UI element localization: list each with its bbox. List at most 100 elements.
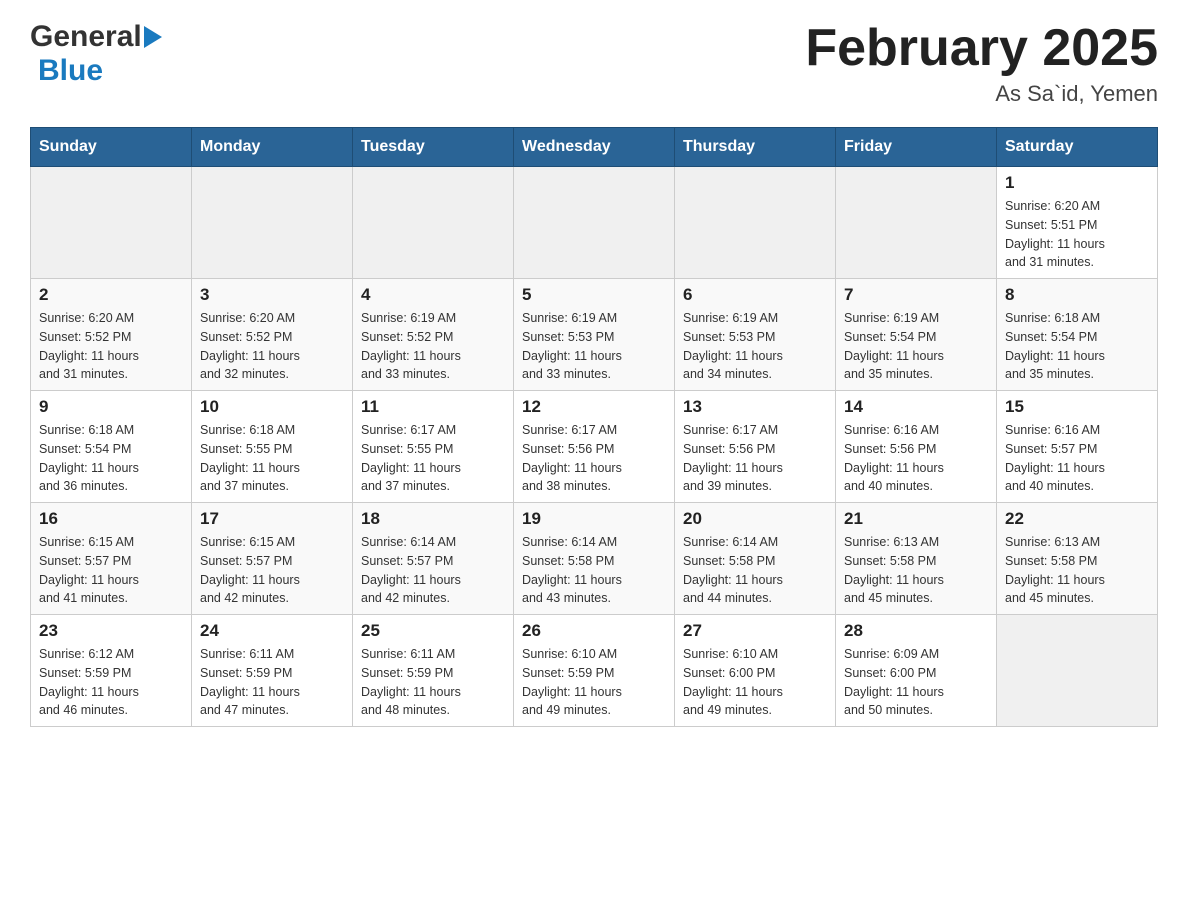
table-row — [836, 167, 997, 279]
table-row: 9 Sunrise: 6:18 AM Sunset: 5:54 PM Daylig… — [31, 391, 192, 503]
day-number: 4 — [361, 285, 505, 305]
table-row — [997, 615, 1158, 727]
table-row: 13 Sunrise: 6:17 AM Sunset: 5:56 PM Dayli… — [675, 391, 836, 503]
table-row — [353, 167, 514, 279]
day-info: Sunrise: 6:20 AM Sunset: 5:52 PM Dayligh… — [39, 309, 183, 384]
day-number: 19 — [522, 509, 666, 529]
day-info: Sunrise: 6:13 AM Sunset: 5:58 PM Dayligh… — [1005, 533, 1149, 608]
day-info: Sunrise: 6:11 AM Sunset: 5:59 PM Dayligh… — [361, 645, 505, 720]
table-row: 21Sunrise: 6:13 AM Sunset: 5:58 PM Dayli… — [836, 503, 997, 615]
calendar-week-row: 1 Sunrise: 6:20 AM Sunset: 5:51 PM Daylig… — [31, 167, 1158, 279]
day-info: Sunrise: 6:18 AM Sunset: 5:55 PM Dayligh… — [200, 421, 344, 496]
table-row: 14Sunrise: 6:16 AM Sunset: 5:56 PM Dayli… — [836, 391, 997, 503]
table-row — [675, 167, 836, 279]
day-info: Sunrise: 6:11 AM Sunset: 5:59 PM Dayligh… — [200, 645, 344, 720]
logo-arrow-icon — [144, 26, 162, 53]
table-row: 11 Sunrise: 6:17 AM Sunset: 5:55 PM Dayli… — [353, 391, 514, 503]
table-row: 10Sunrise: 6:18 AM Sunset: 5:55 PM Dayli… — [192, 391, 353, 503]
day-info: Sunrise: 6:20 AM Sunset: 5:52 PM Dayligh… — [200, 309, 344, 384]
day-info: Sunrise: 6:17 AM Sunset: 5:56 PM Dayligh… — [683, 421, 827, 496]
col-thursday: Thursday — [675, 128, 836, 167]
table-row: 3Sunrise: 6:20 AM Sunset: 5:52 PM Daylig… — [192, 279, 353, 391]
day-number: 2 — [39, 285, 183, 305]
col-saturday: Saturday — [997, 128, 1158, 167]
table-row — [514, 167, 675, 279]
day-info: Sunrise: 6:20 AM Sunset: 5:51 PM Dayligh… — [1005, 197, 1149, 272]
day-number: 1 — [1005, 173, 1149, 193]
day-number: 11 — [361, 397, 505, 417]
table-row: 1 Sunrise: 6:20 AM Sunset: 5:51 PM Daylig… — [997, 167, 1158, 279]
day-info: Sunrise: 6:15 AM Sunset: 5:57 PM Dayligh… — [200, 533, 344, 608]
day-number: 13 — [683, 397, 827, 417]
table-row: 7 Sunrise: 6:19 AM Sunset: 5:54 PM Daylig… — [836, 279, 997, 391]
day-number: 26 — [522, 621, 666, 641]
day-info: Sunrise: 6:12 AM Sunset: 5:59 PM Dayligh… — [39, 645, 183, 720]
day-info: Sunrise: 6:16 AM Sunset: 5:56 PM Dayligh… — [844, 421, 988, 496]
table-row: 19 Sunrise: 6:14 AM Sunset: 5:58 PM Dayli… — [514, 503, 675, 615]
day-number: 22 — [1005, 509, 1149, 529]
day-number: 17 — [200, 509, 344, 529]
day-number: 9 — [39, 397, 183, 417]
table-row: 4Sunrise: 6:19 AM Sunset: 5:52 PM Daylig… — [353, 279, 514, 391]
day-info: Sunrise: 6:19 AM Sunset: 5:53 PM Dayligh… — [522, 309, 666, 384]
col-friday: Friday — [836, 128, 997, 167]
calendar-week-row: 2 Sunrise: 6:20 AM Sunset: 5:52 PM Daylig… — [31, 279, 1158, 391]
col-monday: Monday — [192, 128, 353, 167]
day-number: 23 — [39, 621, 183, 641]
day-info: Sunrise: 6:14 AM Sunset: 5:57 PM Dayligh… — [361, 533, 505, 608]
day-number: 5 — [522, 285, 666, 305]
day-number: 12 — [522, 397, 666, 417]
logo: General Blue — [30, 20, 162, 88]
table-row: 16 Sunrise: 6:15 AM Sunset: 5:57 PM Dayli… — [31, 503, 192, 615]
day-number: 20 — [683, 509, 827, 529]
table-row — [192, 167, 353, 279]
table-row: 18Sunrise: 6:14 AM Sunset: 5:57 PM Dayli… — [353, 503, 514, 615]
day-info: Sunrise: 6:18 AM Sunset: 5:54 PM Dayligh… — [1005, 309, 1149, 384]
day-info: Sunrise: 6:16 AM Sunset: 5:57 PM Dayligh… — [1005, 421, 1149, 496]
logo-general-text: General — [30, 20, 142, 54]
day-info: Sunrise: 6:14 AM Sunset: 5:58 PM Dayligh… — [683, 533, 827, 608]
day-info: Sunrise: 6:18 AM Sunset: 5:54 PM Dayligh… — [39, 421, 183, 496]
col-wednesday: Wednesday — [514, 128, 675, 167]
day-info: Sunrise: 6:09 AM Sunset: 6:00 PM Dayligh… — [844, 645, 988, 720]
month-year-title: February 2025 — [805, 20, 1158, 77]
table-row: 2 Sunrise: 6:20 AM Sunset: 5:52 PM Daylig… — [31, 279, 192, 391]
col-tuesday: Tuesday — [353, 128, 514, 167]
page-header: General Blue February 2025 As Sa`id, Yem… — [30, 20, 1158, 107]
day-info: Sunrise: 6:19 AM Sunset: 5:54 PM Dayligh… — [844, 309, 988, 384]
day-number: 15 — [1005, 397, 1149, 417]
day-number: 25 — [361, 621, 505, 641]
day-info: Sunrise: 6:10 AM Sunset: 5:59 PM Dayligh… — [522, 645, 666, 720]
table-row: 26 Sunrise: 6:10 AM Sunset: 5:59 PM Dayli… — [514, 615, 675, 727]
location-subtitle: As Sa`id, Yemen — [805, 81, 1158, 107]
title-section: February 2025 As Sa`id, Yemen — [805, 20, 1158, 107]
day-number: 7 — [844, 285, 988, 305]
day-info: Sunrise: 6:10 AM Sunset: 6:00 PM Dayligh… — [683, 645, 827, 720]
day-info: Sunrise: 6:15 AM Sunset: 5:57 PM Dayligh… — [39, 533, 183, 608]
table-row: 23 Sunrise: 6:12 AM Sunset: 5:59 PM Dayli… — [31, 615, 192, 727]
calendar-week-row: 16 Sunrise: 6:15 AM Sunset: 5:57 PM Dayli… — [31, 503, 1158, 615]
table-row: 8Sunrise: 6:18 AM Sunset: 5:54 PM Daylig… — [997, 279, 1158, 391]
table-row — [31, 167, 192, 279]
table-row: 12 Sunrise: 6:17 AM Sunset: 5:56 PM Dayli… — [514, 391, 675, 503]
day-number: 27 — [683, 621, 827, 641]
table-row: 24Sunrise: 6:11 AM Sunset: 5:59 PM Dayli… — [192, 615, 353, 727]
table-row: 6 Sunrise: 6:19 AM Sunset: 5:53 PM Daylig… — [675, 279, 836, 391]
calendar-week-row: 23 Sunrise: 6:12 AM Sunset: 5:59 PM Dayli… — [31, 615, 1158, 727]
day-info: Sunrise: 6:17 AM Sunset: 5:55 PM Dayligh… — [361, 421, 505, 496]
day-info: Sunrise: 6:19 AM Sunset: 5:53 PM Dayligh… — [683, 309, 827, 384]
calendar-table: Sunday Monday Tuesday Wednesday Thursday… — [30, 127, 1158, 727]
table-row: 28 Sunrise: 6:09 AM Sunset: 6:00 PM Dayli… — [836, 615, 997, 727]
table-row: 15 Sunrise: 6:16 AM Sunset: 5:57 PM Dayli… — [997, 391, 1158, 503]
calendar-header-row: Sunday Monday Tuesday Wednesday Thursday… — [31, 128, 1158, 167]
table-row: 5 Sunrise: 6:19 AM Sunset: 5:53 PM Daylig… — [514, 279, 675, 391]
day-number: 28 — [844, 621, 988, 641]
day-info: Sunrise: 6:14 AM Sunset: 5:58 PM Dayligh… — [522, 533, 666, 608]
day-info: Sunrise: 6:17 AM Sunset: 5:56 PM Dayligh… — [522, 421, 666, 496]
calendar-week-row: 9 Sunrise: 6:18 AM Sunset: 5:54 PM Daylig… — [31, 391, 1158, 503]
table-row: 27 Sunrise: 6:10 AM Sunset: 6:00 PM Dayli… — [675, 615, 836, 727]
logo-blue-text: Blue — [38, 54, 103, 87]
day-number: 6 — [683, 285, 827, 305]
day-number: 16 — [39, 509, 183, 529]
table-row: 17 Sunrise: 6:15 AM Sunset: 5:57 PM Dayli… — [192, 503, 353, 615]
